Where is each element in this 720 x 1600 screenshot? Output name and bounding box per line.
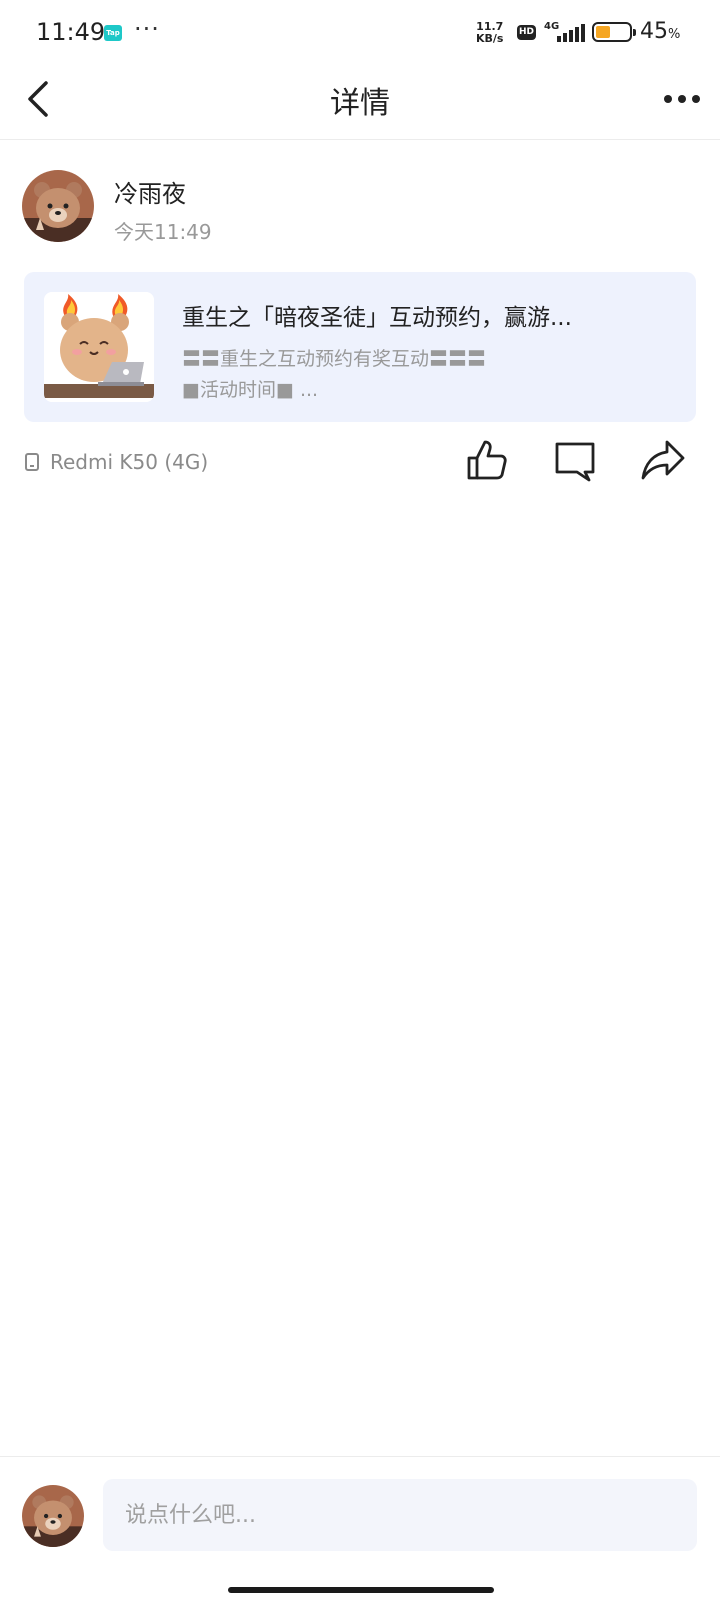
card-thumbnail [44,292,154,402]
card-description-line: 〓〓重生之互动预约有奖互动〓〓〓 [182,348,487,370]
like-button[interactable] [463,436,511,484]
burning-bear-laptop-icon [44,292,154,402]
card-description: 〓〓重生之互动预约有奖互动〓〓〓 ■活动时间■ ... [182,344,542,406]
battery-icon [592,22,636,42]
share-button[interactable] [639,436,687,484]
battery-percent: 45% [640,19,681,44]
more-button[interactable] [662,84,702,114]
card-description-line: ■活动时间■ ... [182,379,319,401]
comment-input[interactable] [103,1479,697,1551]
share-icon [641,440,685,480]
my-avatar[interactable] [22,1485,84,1547]
card-title: 重生之「暗夜圣徒」互动预约，赢游... [182,305,572,331]
network-speed: 11.7 KB/s [476,21,503,45]
comment-bar [0,1456,720,1600]
status-bar: 11:49 Tap ··· 11.7 KB/s HD 4G 45% [0,0,720,62]
phone-icon [25,453,39,471]
top-nav-bar: 详情 [0,62,720,140]
post-time: 今天11:49 [114,220,212,244]
comment-icon [555,442,595,482]
hd-icon: HD [517,25,536,40]
author-avatar[interactable] [22,170,94,242]
more-notifications-icon: ··· [134,15,160,43]
more-horizontal-icon [664,95,700,103]
home-indicator[interactable] [228,1587,494,1593]
bear-avatar-icon [22,170,94,242]
bear-avatar-icon [22,1485,84,1547]
device-info: Redmi K50 (4G) [24,450,208,474]
taptap-notification-icon: Tap [104,25,122,41]
status-time: 11:49 [36,18,106,46]
shared-post-card[interactable]: 重生之「暗夜圣徒」互动预约，赢游... 〓〓重生之互动预约有奖互动〓〓〓 ■活动… [24,272,696,422]
page-title: 详情 [330,86,390,121]
comment-button[interactable] [551,436,599,484]
network-speed-unit: KB/s [476,32,504,45]
thumbs-up-icon [467,440,507,480]
signal-icon [557,24,585,42]
device-label: Redmi K50 (4G) [50,450,209,474]
author-name[interactable]: 冷雨夜 [114,174,186,209]
